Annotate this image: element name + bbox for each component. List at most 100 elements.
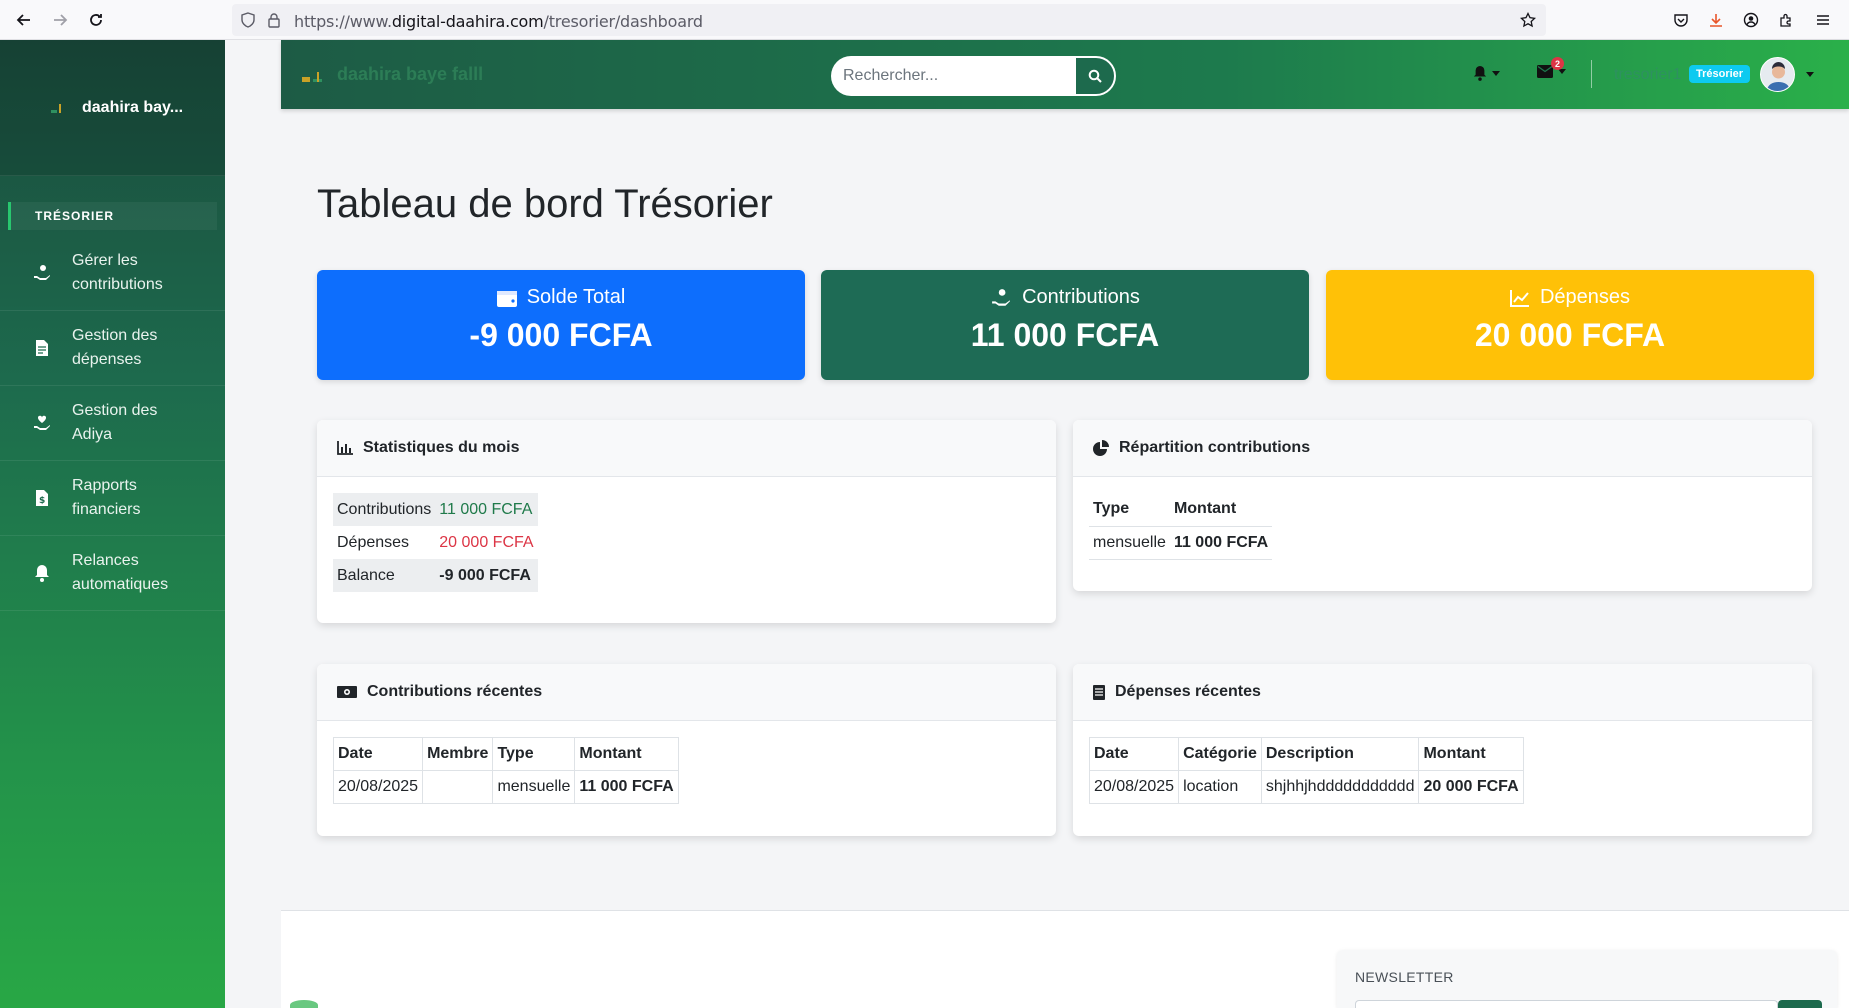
account-icon[interactable] xyxy=(1739,8,1763,32)
hand-coin-icon xyxy=(32,264,52,282)
recent-expenses-table: Date Catégorie Description Montant 20/08… xyxy=(1088,737,1524,804)
newsletter-submit-button[interactable] xyxy=(1778,1000,1822,1008)
table-row: Dépenses 20 000 FCFA xyxy=(333,526,538,559)
card-title: Solde Total xyxy=(526,286,626,308)
sidebar-item-contributions[interactable]: Gérer les contributions xyxy=(0,236,225,311)
stat-value: -9 000 FCFA xyxy=(435,559,538,592)
sidebar-item-relances[interactable]: Relances automatiques xyxy=(0,536,225,611)
table-cell: 20/08/2025 xyxy=(332,770,424,804)
column-header: Date xyxy=(1088,737,1180,771)
browser-toolbar: https://www.digital-daahira.com/tresorie… xyxy=(0,0,1849,40)
sidebar: daahira bay... TRÉSORIER Gérer les contr… xyxy=(0,40,225,1008)
bookmark-star-icon[interactable] xyxy=(1519,11,1537,33)
newsletter-box: NEWSLETTER xyxy=(1337,950,1837,1008)
page-title: Tableau de bord Trésorier xyxy=(317,182,773,226)
top-navbar: daahira baye falll 2 tresorier1 Trésorie… xyxy=(281,40,1849,109)
url-text: https://www.digital-daahira.com/tresorie… xyxy=(294,12,703,31)
table-cell: 20 000 FCFA xyxy=(1418,770,1524,804)
column-header: Description xyxy=(1260,737,1420,771)
column-header: Membre xyxy=(422,737,494,771)
table-row: 20/08/2025 location shjhhjhddddddddddd 2… xyxy=(1088,770,1524,804)
table-header-row: Date Membre Type Montant xyxy=(332,737,679,771)
table-cell: mensuelle xyxy=(492,770,576,804)
table-cell: 20/08/2025 xyxy=(1088,770,1180,804)
column-header: Date xyxy=(332,737,424,771)
file-invoice-icon xyxy=(32,339,52,357)
stat-label: Dépenses xyxy=(337,533,410,551)
money-bill-icon xyxy=(337,686,357,698)
sidebar-item-depenses[interactable]: Gestion des dépenses xyxy=(0,311,225,386)
panel-recent-contributions: Contributions récentes Date Membre Type … xyxy=(317,664,1056,836)
recent-contributions-table: Date Membre Type Montant 20/08/2025 mens… xyxy=(332,737,679,804)
chart-bar-icon xyxy=(337,441,353,455)
menu-icon[interactable] xyxy=(1811,8,1835,32)
file-dollar-icon: $ xyxy=(32,489,52,507)
panel-title: Répartition contributions xyxy=(1119,439,1311,456)
table-cell: 11 000 FCFA xyxy=(1169,526,1273,560)
bell-icon xyxy=(1473,66,1487,81)
table-header-row: Date Catégorie Description Montant xyxy=(1088,737,1524,771)
logo-icon xyxy=(301,68,323,82)
back-icon[interactable] xyxy=(12,8,36,32)
chart-line-icon xyxy=(1509,289,1529,307)
stat-label: Contributions xyxy=(333,493,436,526)
column-header: Type xyxy=(1089,493,1170,527)
distribution-table: Type Montant mensuelle 11 000 FCFA xyxy=(1089,493,1273,560)
sidebar-item-adiya[interactable]: Gestion des Adiya xyxy=(0,386,225,461)
search-input[interactable] xyxy=(831,56,1074,96)
stat-value: 20 000 FCFA xyxy=(439,533,534,551)
table-row: Balance -9 000 FCFA xyxy=(333,559,538,592)
panel-title: Statistiques du mois xyxy=(363,439,520,456)
table-cell xyxy=(422,770,494,804)
shield-icon[interactable] xyxy=(240,12,256,33)
hand-holding-heart-icon xyxy=(32,414,52,432)
sidebar-item-rapports[interactable]: $ Rapports financiers xyxy=(0,461,225,536)
address-bar[interactable]: https://www.digital-daahira.com/tresorie… xyxy=(232,4,1546,36)
navbar-brand[interactable]: daahira baye falll xyxy=(301,64,483,85)
card-value: -9 000 FCFA xyxy=(469,317,653,353)
sidebar-header[interactable]: daahira bay... xyxy=(0,40,225,176)
chevron-down-icon xyxy=(1492,70,1500,76)
pocket-icon[interactable] xyxy=(1669,8,1693,32)
card-title: Dépenses xyxy=(1539,286,1631,308)
table-header-row: Type Montant xyxy=(1089,493,1273,527)
sidebar-item-label: Gérer les contributions xyxy=(72,252,163,293)
panel-recent-expenses: Dépenses récentes Date Catégorie Descrip… xyxy=(1073,664,1812,836)
wallet-icon xyxy=(496,290,517,307)
sidebar-section-tresorier: TRÉSORIER xyxy=(8,202,217,230)
table-row: mensuelle 11 000 FCFA xyxy=(1089,526,1273,560)
search-form xyxy=(831,56,1116,96)
lock-icon[interactable] xyxy=(266,12,282,33)
svg-text:$: $ xyxy=(39,496,45,506)
messages-dropdown[interactable]: 2 xyxy=(1537,57,1566,78)
search-button[interactable] xyxy=(1074,56,1116,96)
navbar-divider xyxy=(1591,60,1592,88)
notifications-dropdown[interactable] xyxy=(1473,65,1500,81)
table-row: 20/08/2025 mensuelle 11 000 FCFA xyxy=(332,770,679,804)
panel-title: Contributions récentes xyxy=(367,683,543,700)
column-header: Montant xyxy=(1418,737,1524,771)
username[interactable]: tresorier1 xyxy=(1614,66,1682,84)
stat-label: Balance xyxy=(333,559,436,592)
newsletter-email-input[interactable] xyxy=(1355,1000,1778,1008)
bell-icon xyxy=(32,564,52,582)
newsletter-title: NEWSLETTER xyxy=(1355,969,1454,985)
card-title: Contributions xyxy=(1022,286,1140,308)
forward-icon[interactable] xyxy=(48,8,72,32)
card-value: 11 000 FCFA xyxy=(970,317,1160,353)
extensions-icon[interactable] xyxy=(1774,8,1798,32)
table-cell: 11 000 FCFA xyxy=(574,770,679,804)
sidebar-item-label: Gestion des dépenses xyxy=(72,327,158,368)
avatar[interactable] xyxy=(1760,57,1795,92)
chat-widget-button[interactable] xyxy=(290,1000,318,1008)
sidebar-item-label: Relances automatiques xyxy=(72,552,169,593)
reload-icon[interactable] xyxy=(84,8,108,32)
column-header: Catégorie xyxy=(1178,737,1262,771)
logo-icon xyxy=(50,101,64,115)
card-contributions: Contributions 11 000 FCFA xyxy=(821,270,1309,380)
download-icon[interactable] xyxy=(1704,8,1728,32)
chart-pie-icon xyxy=(1093,440,1109,456)
column-header: Montant xyxy=(1169,493,1273,527)
sidebar-item-label: Gestion des Adiya xyxy=(72,402,158,443)
chevron-down-icon[interactable] xyxy=(1806,72,1814,77)
